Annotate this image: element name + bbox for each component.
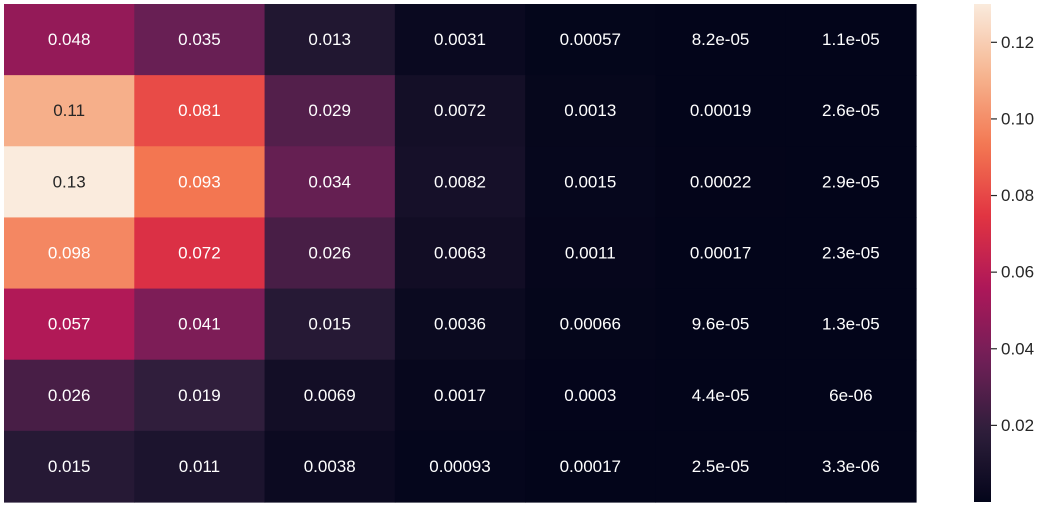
heatmap-cell-label-r0-c6: 1.1e-05 bbox=[822, 30, 880, 49]
heatmap-cell-label-r0-c2: 0.013 bbox=[308, 30, 351, 49]
heatmap-cell-label-r5-c3: 0.0017 bbox=[434, 386, 486, 405]
heatmap-cell-label-r6-c5: 2.5e-05 bbox=[692, 457, 750, 476]
heatmap-cell-label-r1-c6: 2.6e-05 bbox=[822, 101, 880, 120]
heatmap-cell-label-r3-c4: 0.0011 bbox=[565, 244, 616, 263]
heatmap-cell-label-r2-c3: 0.0082 bbox=[434, 172, 486, 191]
heatmap-cell-label-r6-c6: 3.3e-06 bbox=[822, 457, 880, 476]
heatmap-cell-label-r6-c0: 0.015 bbox=[48, 457, 91, 476]
colorbar-tick-label-3: 0.08 bbox=[1001, 186, 1034, 205]
heatmap-cell-label-r3-c2: 0.026 bbox=[308, 244, 351, 263]
heatmap-cell-label-r0-c0: 0.048 bbox=[48, 30, 91, 49]
heatmap-cell-label-r2-c4: 0.0015 bbox=[564, 172, 616, 191]
heatmap-cell-label-r4-c4: 0.00066 bbox=[560, 315, 621, 334]
heatmap-cell-label-r4-c3: 0.0036 bbox=[434, 315, 486, 334]
colorbar-tick-label-2: 0.06 bbox=[1001, 263, 1034, 282]
heatmap-cell-label-r0-c5: 8.2e-05 bbox=[692, 30, 750, 49]
colorbar-tick-label-1: 0.04 bbox=[1001, 339, 1034, 358]
heatmap-cell-label-r1-c5: 0.00019 bbox=[690, 101, 751, 120]
colorbar-tick-label-5: 0.12 bbox=[1001, 33, 1034, 52]
heatmap-cell-label-r2-c1: 0.093 bbox=[178, 172, 221, 191]
colorbar-tick-label-4: 0.10 bbox=[1001, 109, 1034, 128]
heatmap-cell-label-r1-c2: 0.029 bbox=[308, 101, 351, 120]
heatmap-cell-label-r5-c6: 6e-06 bbox=[829, 386, 872, 405]
heatmap-cell-label-r4-c1: 0.041 bbox=[178, 315, 221, 334]
heatmap-cell-label-r6-c2: 0.0038 bbox=[304, 457, 356, 476]
heatmap-cell-label-r5-c5: 4.4e-05 bbox=[692, 386, 750, 405]
heatmap-cell-label-r1-c3: 0.0072 bbox=[434, 101, 486, 120]
heatmap-cell-label-r4-c5: 9.6e-05 bbox=[692, 315, 750, 334]
colorbar: 0.02 0.04 0.06 0.08 0.10 0.12 bbox=[974, 4, 1034, 502]
heatmap-cell-label-r0-c1: 0.035 bbox=[178, 30, 221, 49]
heatmap-cell-label-r1-c4: 0.0013 bbox=[564, 101, 616, 120]
heatmap-cell-label-r6-c3: 0.00093 bbox=[429, 457, 490, 476]
heatmap-cell-label-r6-c4: 0.00017 bbox=[560, 457, 621, 476]
heatmap-cell-label-r5-c2: 0.0069 bbox=[304, 386, 356, 405]
heatmap-cell-label-r5-c4: 0.0003 bbox=[564, 386, 616, 405]
heatmap-cell-label-r4-c2: 0.015 bbox=[308, 315, 351, 334]
heatmap-cell-label-r2-c0: 0.13 bbox=[53, 172, 86, 191]
colorbar-tick-label-0: 0.02 bbox=[1001, 416, 1034, 435]
colorbar-gradient bbox=[974, 4, 991, 502]
heatmap-cell-label-r3-c1: 0.072 bbox=[178, 244, 221, 263]
heatmap-cell-label-r1-c0: 0.11 bbox=[53, 101, 85, 120]
heatmap-cell-label-r0-c4: 0.00057 bbox=[560, 30, 621, 49]
heatmap-cell-label-r3-c3: 0.0063 bbox=[434, 244, 486, 263]
heatmap-cell-label-r3-c5: 0.00017 bbox=[690, 244, 751, 263]
heatmap-cell-label-r4-c0: 0.057 bbox=[48, 315, 91, 334]
heatmap-chart: 0.048 0.035 0.013 0.0031 0.00057 8.2e-05 1.1e-… bbox=[0, 0, 1062, 506]
heatmap-cell-label-r3-c0: 0.098 bbox=[48, 244, 91, 263]
heatmap-cell-label-r1-c1: 0.081 bbox=[178, 101, 221, 120]
heatmap-cell-label-r5-c0: 0.026 bbox=[48, 386, 91, 405]
heatmap-cell-label-r2-c2: 0.034 bbox=[308, 172, 351, 191]
heatmap-svg: 0.048 0.035 0.013 0.0031 0.00057 8.2e-05 1.1e-… bbox=[4, 4, 1034, 503]
heatmap-cell-label-r2-c5: 0.00022 bbox=[690, 172, 751, 191]
heatmap-cell-label-r6-c1: 0.011 bbox=[179, 457, 220, 476]
heatmap-cell-label-r3-c6: 2.3e-05 bbox=[822, 244, 880, 263]
heatmap-cell-label-r5-c1: 0.019 bbox=[178, 386, 221, 405]
heatmap-cell-label-r4-c6: 1.3e-05 bbox=[822, 315, 880, 334]
heatmap-cell-label-r0-c3: 0.0031 bbox=[434, 30, 486, 49]
heatmap-cell-label-r2-c6: 2.9e-05 bbox=[822, 172, 880, 191]
